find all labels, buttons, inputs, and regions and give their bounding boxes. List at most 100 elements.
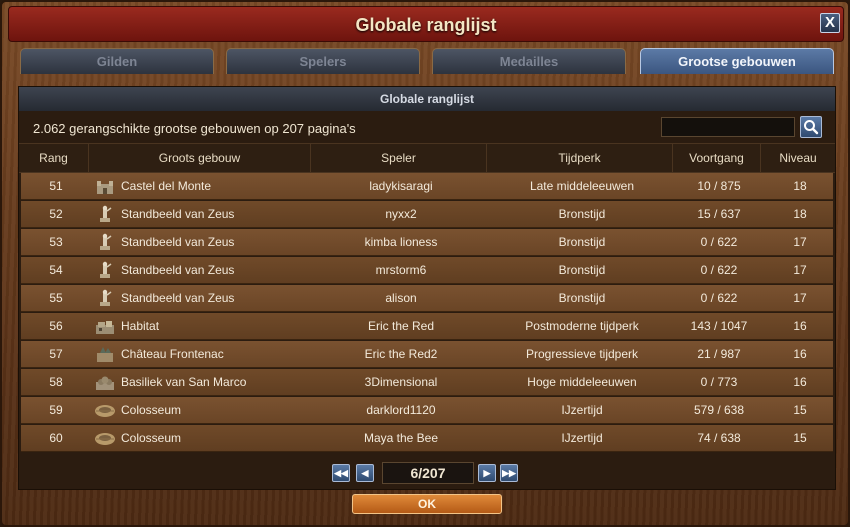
table-row[interactable]: 58 Basiliek van San Marco 3Dimensional Hoge… [21,369,833,396]
rank-cell: 58 [49,375,63,389]
column-header-level[interactable]: Niveau [761,144,835,172]
colosseum-icon [94,429,116,447]
player-cell: darklord1120 [366,403,436,417]
building-name-cell: Château Frontenac [121,347,224,361]
building-name-cell: Standbeeld van Zeus [121,235,235,249]
chevron-left-icon[interactable]: ◀ [356,464,374,482]
progress-cell: 143 / 1047 [690,319,748,333]
building-name-cell: Colosseum [121,431,182,445]
page-indicator: 6/207 [382,462,474,484]
statue-icon [94,261,116,279]
level-cell: 15 [793,403,807,417]
window-title: Globale ranglijst [355,15,497,35]
column-header-building[interactable]: Groots gebouw [89,144,311,172]
level-cell: 16 [793,347,807,361]
ok-button[interactable]: OK [352,494,502,514]
tab-grootse-gebouwen[interactable]: Grootse gebouwen [640,48,834,74]
chateau-icon [94,345,116,363]
player-cell: ladykisaragi [369,179,433,193]
building-name-cell: Standbeeld van Zeus [121,291,235,305]
statue-icon [94,289,116,307]
progress-cell: 15 / 637 [697,207,741,221]
chevron-right-icon[interactable]: ▶ [478,464,496,482]
search-icon [804,120,819,135]
column-header-progress[interactable]: Voortgang [673,144,761,172]
rank-cell: 53 [49,235,63,249]
player-cell: 3Dimensional [364,375,438,389]
rank-cell: 57 [49,347,63,361]
building-name-cell: Colosseum [121,403,182,417]
building-name-cell: Standbeeld van Zeus [121,263,235,277]
search-input[interactable] [661,117,795,137]
era-cell: Late middeleeuwen [529,179,635,193]
level-cell: 18 [793,207,807,221]
ranking-summary: 2.062 gerangschikte grootse gebouwen op … [33,121,356,136]
double-chevron-left-icon[interactable]: ◀◀ [332,464,350,482]
column-header-era[interactable]: Tijdperk [487,144,673,172]
title-bar: Globale ranglijst [8,6,844,42]
progress-cell: 0 / 773 [700,375,738,389]
player-cell: alison [385,291,417,305]
player-cell: kimba lioness [364,235,438,249]
table-row[interactable]: 54 Standbeeld van Zeus mrstorm6 Bronstijd 0 … [21,257,833,284]
building-name-cell: Habitat [121,319,160,333]
level-cell: 17 [793,235,807,249]
rank-cell: 52 [49,207,63,221]
table-row[interactable]: 52 Standbeeld van Zeus nyxx2 Bronstijd 15 / … [21,201,833,228]
castle-icon [94,177,116,195]
close-button[interactable]: X [820,13,840,33]
level-cell: 18 [793,179,807,193]
era-cell: Bronstijd [558,291,606,305]
level-cell: 17 [793,291,807,305]
rank-cell: 59 [49,403,63,417]
progress-cell: 0 / 622 [700,263,738,277]
era-cell: Bronstijd [558,207,606,221]
statue-icon [94,233,116,251]
player-cell: nyxx2 [385,207,417,221]
progress-cell: 74 / 638 [697,431,741,445]
rankings-window: Globale ranglijst X Gilden Spelers Medaill… [0,0,850,527]
building-name-cell: Castel del Monte [121,179,212,193]
column-header-rank[interactable]: Rang [19,144,89,172]
search-button[interactable] [800,116,822,138]
player-cell: Eric the Red [367,319,435,333]
habitat-icon [94,317,116,335]
table-row[interactable]: 51 Castel del Monte ladykisaragi Late midde… [21,173,833,200]
level-cell: 16 [793,319,807,333]
progress-cell: 579 / 638 [693,403,745,417]
table-row[interactable]: 53 Standbeeld van Zeus kimba lioness Bronst… [21,229,833,256]
tab-spelers[interactable]: Spelers [226,48,420,74]
panel-header: Globale ranglijst [19,87,835,111]
rank-cell: 56 [49,319,63,333]
era-cell: Postmoderne tijdperk [525,319,639,333]
table-row[interactable]: 60 Colosseum Maya the Bee IJzertijd 74 / 638… [21,425,833,452]
pagination: ◀◀ ◀ 6/207 ▶ ▶▶ [332,462,522,484]
level-cell: 17 [793,263,807,277]
table-row[interactable]: 59 Colosseum darklord1120 IJzertijd 579 / 63… [21,397,833,424]
player-cell: mrstorm6 [375,263,427,277]
basilica-icon [94,373,116,391]
building-name-cell: Standbeeld van Zeus [121,207,235,221]
column-header-player[interactable]: Speler [311,144,487,172]
rank-cell: 51 [49,179,63,193]
statue-icon [94,205,116,223]
rank-cell: 55 [49,291,63,305]
tab-medailles[interactable]: Medailles [432,48,626,74]
rank-cell: 60 [49,431,63,445]
rank-cell: 54 [49,263,63,277]
player-cell: Eric the Red2 [364,347,438,361]
table-row[interactable]: 57 Château Frontenac Eric the Red2 Progress… [21,341,833,368]
progress-cell: 0 / 622 [700,291,738,305]
progress-cell: 10 / 875 [697,179,741,193]
rankings-panel: Globale ranglijst 2.062 gerangschikte gr… [18,86,836,490]
tab-gilden[interactable]: Gilden [20,48,214,74]
table-row[interactable]: 55 Standbeeld van Zeus alison Bronstijd 0 / … [21,285,833,312]
table-row[interactable]: 56 Habitat Eric the Red Postmoderne tijdper… [21,313,833,340]
era-cell: Bronstijd [558,235,606,249]
era-cell: Progressieve tijdperk [525,347,639,361]
double-chevron-right-icon[interactable]: ▶▶ [500,464,518,482]
table-header: Rang Groots gebouw Speler Tijdperk Voortgang… [19,143,835,173]
level-cell: 16 [793,375,807,389]
building-name-cell: Basiliek van San Marco [121,375,247,389]
era-cell: Hoge middeleeuwen [527,375,637,389]
